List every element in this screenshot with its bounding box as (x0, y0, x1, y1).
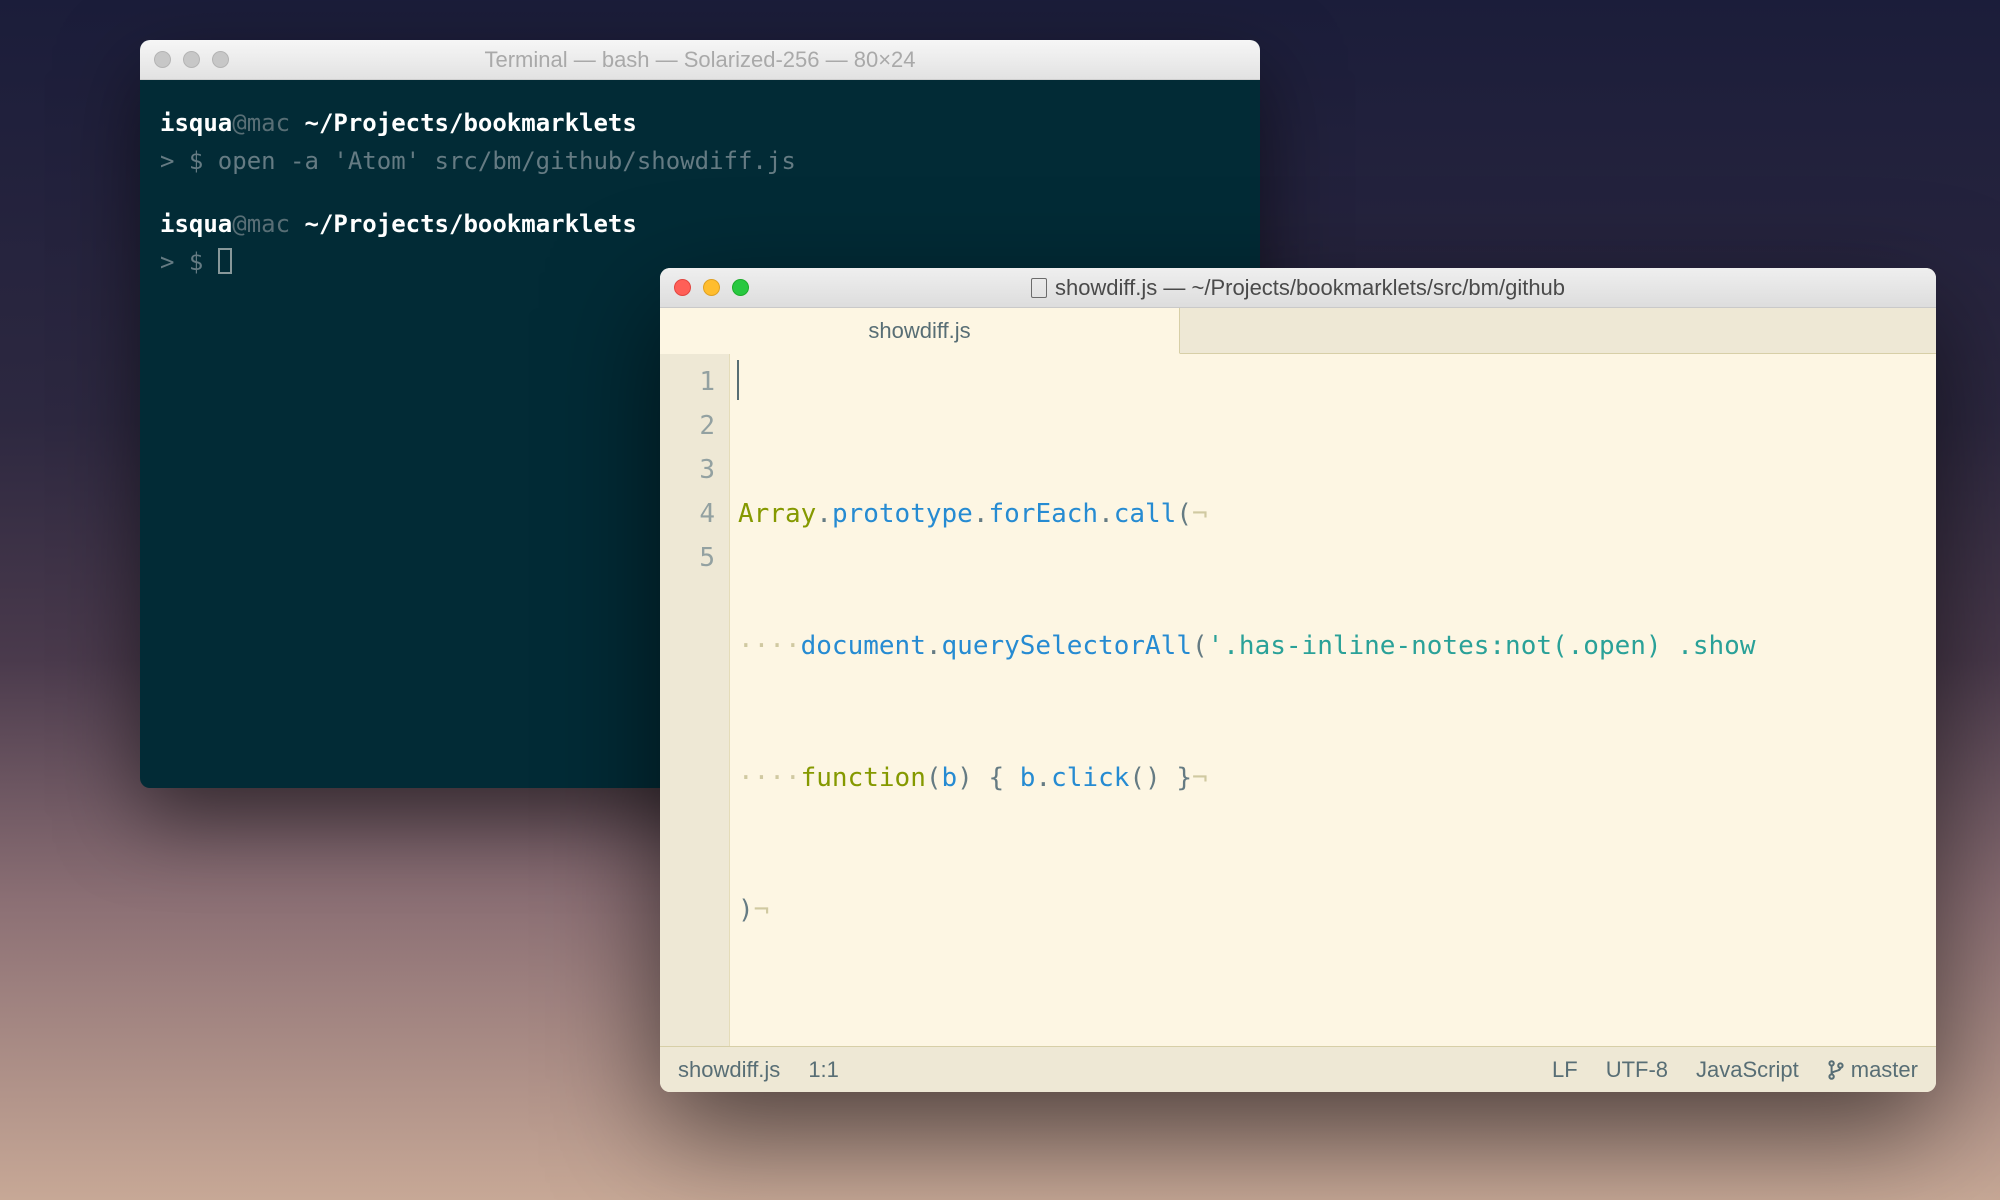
tab-label: showdiff.js (868, 318, 970, 344)
status-language[interactable]: JavaScript (1696, 1057, 1799, 1083)
zoom-icon[interactable] (212, 51, 229, 68)
prompt-user: isqua (160, 210, 232, 238)
zoom-icon[interactable] (732, 279, 749, 296)
prompt-path: ~/Projects/bookmarklets (305, 210, 637, 238)
minimize-icon[interactable] (183, 51, 200, 68)
status-filename[interactable]: showdiff.js (678, 1057, 780, 1083)
code-line: Array.prototype.forEach.call(¬ (730, 492, 1756, 536)
file-icon (1031, 278, 1047, 298)
status-bar: showdiff.js 1:1 LF UTF-8 JavaScript mast… (660, 1046, 1936, 1092)
terminal-line: > $ open -a 'Atom' src/bm/github/showdif… (160, 142, 1240, 180)
window-traffic-lights (154, 51, 229, 68)
tab-showdiff[interactable]: showdiff.js (660, 308, 1180, 354)
terminal-titlebar[interactable]: Terminal — bash — Solarized-256 — 80×24 (140, 40, 1260, 80)
git-branch-icon (1827, 1059, 1845, 1081)
terminal-cursor (218, 248, 232, 274)
line-number-gutter: 1 2 3 4 5 (660, 354, 730, 1046)
editor-window: showdiff.js — ~/Projects/bookmarklets/sr… (660, 268, 1936, 1092)
code-line (730, 1020, 1756, 1046)
status-line-ending[interactable]: LF (1552, 1057, 1578, 1083)
code-line: ····document.querySelectorAll('.has-inli… (730, 624, 1756, 668)
close-icon[interactable] (154, 51, 171, 68)
status-cursor-position[interactable]: 1:1 (808, 1057, 839, 1083)
prompt-host: @mac (232, 210, 304, 238)
prompt-sign: > $ (160, 147, 218, 175)
code-line: ····function(b) { b.click() }¬ (730, 756, 1756, 800)
window-traffic-lights (674, 279, 749, 296)
status-git-branch[interactable]: master (1827, 1057, 1918, 1083)
line-number: 1 (660, 360, 715, 404)
terminal-line: isqua@mac ~/Projects/bookmarklets (160, 205, 1240, 243)
close-icon[interactable] (674, 279, 691, 296)
code-line: )¬ (730, 888, 1756, 932)
prompt-sign: > $ (160, 248, 218, 276)
prompt-user: isqua (160, 109, 232, 137)
code-area[interactable]: Array.prototype.forEach.call(¬ ····docum… (730, 354, 1756, 1046)
terminal-line: isqua@mac ~/Projects/bookmarklets (160, 104, 1240, 142)
line-number: 2 (660, 404, 715, 448)
line-number: 4 (660, 492, 715, 536)
editor-titlebar[interactable]: showdiff.js — ~/Projects/bookmarklets/sr… (660, 268, 1936, 308)
status-encoding[interactable]: UTF-8 (1606, 1057, 1668, 1083)
editor-body[interactable]: 1 2 3 4 5 Array.prototype.forEach.call(¬… (660, 354, 1936, 1046)
line-number: 5 (660, 536, 715, 580)
line-number: 3 (660, 448, 715, 492)
editor-title: showdiff.js — ~/Projects/bookmarklets/sr… (660, 275, 1936, 301)
text-cursor (737, 360, 739, 400)
tab-bar: showdiff.js (660, 308, 1936, 354)
blank-line (160, 181, 1240, 205)
minimize-icon[interactable] (703, 279, 720, 296)
terminal-title: Terminal — bash — Solarized-256 — 80×24 (140, 47, 1260, 73)
prompt-host: @mac (232, 109, 304, 137)
prompt-path: ~/Projects/bookmarklets (305, 109, 637, 137)
command-text: open -a 'Atom' src/bm/github/showdiff.js (218, 147, 796, 175)
